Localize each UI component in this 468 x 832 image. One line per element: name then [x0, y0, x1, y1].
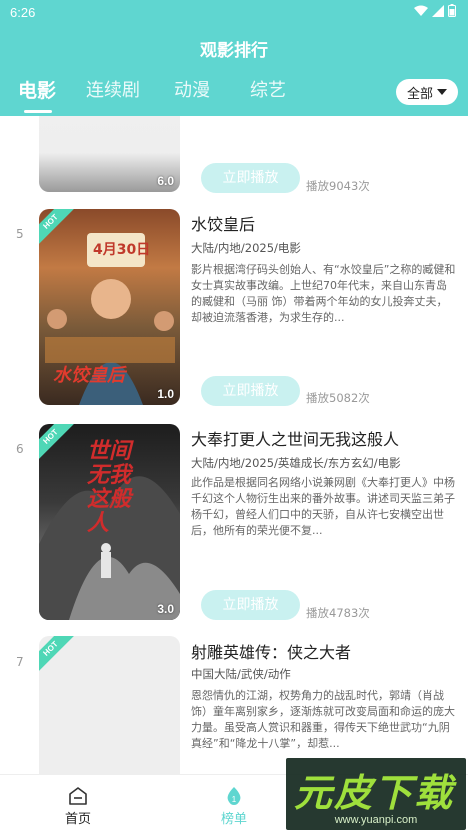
svg-text:1: 1 [232, 795, 237, 804]
page-title: 观影排行 [200, 41, 268, 61]
tab-anime[interactable]: 动漫 [174, 76, 210, 102]
rating-score: 3.0 [157, 602, 174, 616]
app-screen: 6:26 观影排行 电影 连续剧 动漫 综艺 全部 6.0 立即播放 播放904… [0, 0, 468, 832]
home-icon [69, 787, 87, 805]
battery-icon [448, 4, 456, 17]
rank-number: 5 [16, 227, 24, 241]
nav-ranking-label: 榜单 [220, 812, 247, 827]
ranking-list[interactable]: 6.0 立即播放 播放9043次 5 4月30日 水饺皇后 HOT 1.0 水饺… [0, 116, 468, 774]
watermark-logo: 元皮下载 [294, 771, 455, 815]
rank-number: 7 [16, 655, 24, 669]
list-item[interactable]: 5 4月30日 水饺皇后 HOT 1.0 水饺皇后 大陆/内地/2025/电影 … [0, 208, 468, 422]
movie-poster[interactable]: 6.0 [39, 116, 180, 192]
list-item[interactable]: 7 HOT 射雕英雄传：侠之大者 中国大陆/武侠/动作 恩怨情仇的江湖，权势角力… [0, 636, 468, 774]
play-count: 播放4783次 [306, 606, 370, 620]
filter-dropdown[interactable]: 全部 [396, 79, 458, 105]
movie-meta: 中国大陆/武侠/动作 [191, 667, 291, 681]
tab-movies[interactable]: 电影 [18, 76, 56, 103]
status-time: 6:26 [10, 5, 36, 20]
movie-title[interactable]: 水饺皇后 [191, 211, 255, 235]
nav-ranking[interactable]: 1 榜单 [184, 775, 284, 832]
active-tab-indicator [24, 110, 52, 113]
movie-description: 影片根据湾仔码头创始人、有“水饺皇后”之称的臧健和女士真实故事改编。上世纪70年… [191, 263, 456, 324]
tab-series[interactable]: 连续剧 [86, 76, 140, 102]
rating-score: 6.0 [157, 174, 174, 188]
chevron-down-icon [437, 89, 447, 95]
movie-meta: 大陆/内地/2025/电影 [191, 241, 301, 255]
poster-date-text: 4月30日 [93, 242, 151, 258]
nav-home-label: 首页 [64, 812, 91, 827]
movie-poster[interactable]: HOT [39, 636, 180, 774]
play-count: 播放5082次 [306, 391, 370, 405]
hot-badge: HOT [39, 636, 75, 673]
list-item[interactable]: 6 世间无我这般人 HOT 3.0 大奉打更人之世间无我这般人 大陆/内地/20… [0, 423, 468, 637]
movie-meta: 大陆/内地/2025/英雄成长/东方玄幻/电影 [191, 456, 401, 470]
wifi-icon [414, 5, 428, 16]
movie-poster[interactable]: 4月30日 水饺皇后 HOT 1.0 [39, 209, 180, 405]
movie-title[interactable]: 射雕英雄传：侠之大者 [191, 639, 351, 663]
header: 6:26 观影排行 电影 连续剧 动漫 综艺 全部 [0, 0, 468, 116]
nav-home[interactable]: 首页 [28, 775, 128, 832]
tab-variety[interactable]: 综艺 [250, 76, 286, 102]
poster-title-text: 世间无我这般人 [87, 439, 132, 536]
status-icons [414, 4, 456, 17]
rating-score: 1.0 [157, 387, 174, 401]
ranking-icon: 1 [227, 787, 241, 805]
movie-poster[interactable]: 世间无我这般人 HOT 3.0 [39, 424, 180, 620]
poster-title-text: 水饺皇后 [53, 365, 125, 386]
rank-number: 6 [16, 442, 24, 456]
filter-label: 全部 [406, 86, 433, 102]
signal-icon [432, 4, 444, 17]
play-button[interactable]: 立即播放 [201, 163, 300, 193]
watermark-url: www.yuanpi.com [334, 814, 418, 826]
play-count: 播放9043次 [306, 179, 370, 193]
movie-description: 此作品是根据同名网络小说兼网剧《大奉打更人》中杨千幻这个人物衍生出来的番外故事。… [191, 476, 455, 537]
play-button[interactable]: 立即播放 [201, 376, 300, 406]
watermark: 元皮下载 www.yuanpi.com [286, 758, 466, 830]
status-bar: 6:26 [0, 0, 468, 26]
movie-description: 恩怨情仇的江湖，权势角力的战乱时代，郭靖（肖战 饰）童年离别家乡，逐渐炼就可改变… [191, 689, 455, 750]
list-item[interactable]: 6.0 立即播放 播放9043次 [0, 116, 468, 206]
category-tabs: 电影 连续剧 动漫 综艺 [0, 76, 400, 113]
play-button[interactable]: 立即播放 [201, 590, 300, 620]
movie-title[interactable]: 大奉打更人之世间无我这般人 [191, 426, 399, 450]
